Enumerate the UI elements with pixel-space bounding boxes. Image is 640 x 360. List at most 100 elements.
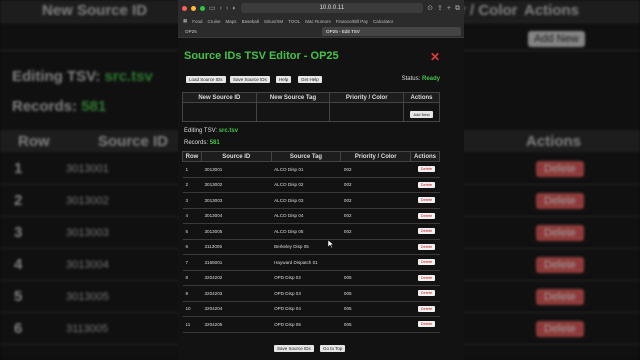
row-number[interactable]: 10 bbox=[182, 300, 202, 317]
go-to-top-button[interactable]: Go to Top bbox=[320, 345, 346, 352]
source-tag-cell[interactable]: ALCO Disp 01 bbox=[271, 161, 341, 178]
close-dot[interactable] bbox=[182, 5, 187, 11]
delete-button[interactable]: Delete bbox=[417, 228, 436, 235]
new-source-id-input[interactable] bbox=[182, 102, 257, 122]
tab-op25[interactable]: OP25 bbox=[181, 27, 320, 36]
source-tag-cell[interactable]: OPD Disp 03 bbox=[271, 285, 341, 302]
source-id-cell[interactable]: 3165001 bbox=[201, 254, 272, 271]
source-tag-cell[interactable]: OPD Disp 05 bbox=[271, 316, 341, 333]
tab-edit-tsv[interactable]: OP25 - Edit TSV bbox=[322, 27, 461, 36]
bg-new-source-id-header: New Source ID bbox=[42, 2, 148, 19]
priority-cell[interactable]: 002 bbox=[340, 161, 411, 178]
source-id-cell[interactable]: 3013005 bbox=[201, 223, 272, 240]
bookmark-item[interactable]: TOOL bbox=[288, 19, 300, 24]
save-source-ids-button[interactable]: Save Source IDs bbox=[230, 76, 270, 83]
close-icon[interactable]: ✕ bbox=[430, 50, 440, 64]
delete-button[interactable]: Delete bbox=[417, 290, 436, 297]
row-number[interactable]: 2 bbox=[182, 176, 202, 193]
bookmark-item[interactable]: Finance/Bill Pay bbox=[336, 19, 368, 24]
priority-cell[interactable]: 005 bbox=[340, 316, 411, 333]
source-tag-cell[interactable]: ALCO Disp 02 bbox=[271, 176, 341, 193]
row-number[interactable]: 4 bbox=[182, 207, 202, 224]
row-number[interactable]: 8 bbox=[182, 269, 202, 286]
actions-cell: Delete bbox=[410, 238, 440, 255]
back-icon[interactable]: ‹ bbox=[220, 5, 222, 12]
source-tag-cell[interactable]: Hayward Dispatch 01 bbox=[271, 254, 341, 271]
source-tag-cell[interactable]: OPD Disp 02 bbox=[271, 269, 341, 286]
forward-icon[interactable]: › bbox=[226, 5, 228, 12]
delete-button[interactable]: Delete bbox=[417, 166, 436, 173]
url-bar[interactable]: 10.0.0.11 bbox=[240, 3, 424, 13]
source-id-cell[interactable]: 3013001 bbox=[201, 161, 272, 178]
bookmark-item[interactable]: Mac Rumors bbox=[305, 19, 331, 24]
bg-row-number: 3 bbox=[14, 224, 23, 241]
source-id-cell[interactable]: 3013002 bbox=[201, 176, 272, 193]
minimize-dot[interactable] bbox=[191, 5, 196, 11]
delete-button[interactable]: Delete bbox=[417, 212, 436, 219]
source-id-cell[interactable]: 3013004 bbox=[201, 207, 272, 224]
source-tag-cell[interactable]: OPD Disp 04 bbox=[271, 300, 341, 317]
help-button[interactable]: Help bbox=[276, 76, 292, 83]
priority-cell[interactable]: 002 bbox=[340, 192, 411, 209]
row-number[interactable]: 9 bbox=[182, 285, 202, 302]
bg-source-id: 3013002 bbox=[66, 195, 109, 207]
download-icon[interactable]: ⊙ bbox=[427, 5, 433, 12]
bg-source-id: 3113005 bbox=[66, 323, 109, 335]
records-line: Records: 581 bbox=[184, 140, 220, 146]
bookmark-item[interactable]: Cruise bbox=[208, 19, 221, 24]
delete-button[interactable]: Delete bbox=[417, 274, 436, 281]
source-tag-cell[interactable]: ALCO Disp 03 bbox=[271, 192, 341, 209]
priority-cell[interactable]: 002 bbox=[340, 176, 411, 193]
bookmark-item[interactable]: Maps bbox=[226, 19, 237, 24]
priority-cell[interactable]: 005 bbox=[340, 285, 411, 302]
row-number[interactable]: 5 bbox=[182, 223, 202, 240]
source-id-cell[interactable]: 3204202 bbox=[201, 269, 272, 286]
get-help-button[interactable]: Get Help bbox=[298, 76, 322, 83]
add-new-button[interactable]: Add New bbox=[410, 111, 433, 118]
row-number[interactable]: 11 bbox=[182, 316, 202, 333]
row-number[interactable]: 6 bbox=[182, 238, 202, 255]
row-number[interactable]: 3 bbox=[182, 192, 202, 209]
priority-cell[interactable]: 005 bbox=[340, 300, 411, 317]
delete-button[interactable]: Delete bbox=[417, 243, 436, 250]
bookmark-item[interactable]: Baseball bbox=[242, 19, 259, 24]
new-tab-icon[interactable]: + bbox=[447, 5, 451, 12]
save-source-ids-bottom-button[interactable]: Save Source IDs bbox=[274, 345, 314, 352]
bg-color-header: r / Color bbox=[460, 2, 518, 19]
bookmark-item[interactable]: Calculator bbox=[373, 19, 393, 24]
zoom-dot[interactable] bbox=[200, 5, 205, 11]
load-source-ids-button[interactable]: Load Source IDs bbox=[186, 76, 226, 83]
new-source-tag-input[interactable] bbox=[255, 102, 331, 122]
bg-source-id: 3013001 bbox=[66, 163, 109, 175]
delete-button[interactable]: Delete bbox=[417, 305, 436, 312]
priority-cell[interactable] bbox=[340, 254, 411, 271]
delete-button[interactable]: Delete bbox=[417, 181, 436, 188]
bookmark-item[interactable]: Food bbox=[192, 19, 202, 24]
source-id-cell[interactable]: 3113005 bbox=[201, 238, 272, 255]
bg-delete-button: Delete bbox=[536, 225, 584, 241]
share-icon[interactable]: ⇪ bbox=[437, 5, 443, 12]
bookmarks-grid-icon[interactable]: ▦ bbox=[183, 18, 187, 24]
row-number[interactable]: 1 bbox=[182, 161, 202, 178]
tab-overview-icon[interactable]: ⧉ bbox=[455, 5, 460, 12]
source-id-cell[interactable]: 3204204 bbox=[201, 300, 272, 317]
row-number[interactable]: 7 bbox=[182, 254, 202, 271]
delete-button[interactable]: Delete bbox=[417, 321, 436, 328]
source-tag-cell[interactable]: ALCO Disp 05 bbox=[271, 223, 341, 240]
privacy-icon[interactable]: ◐ bbox=[232, 5, 236, 12]
source-tag-cell[interactable]: ALCO Disp 04 bbox=[271, 207, 341, 224]
source-id-cell[interactable]: 3204205 bbox=[201, 316, 272, 333]
delete-button[interactable]: Delete bbox=[417, 197, 436, 204]
priority-cell[interactable] bbox=[340, 238, 411, 255]
source-id-cell[interactable]: 3204203 bbox=[201, 285, 272, 302]
priority-cell[interactable]: 002 bbox=[340, 223, 411, 240]
sidebar-icon[interactable]: ▭ bbox=[209, 5, 216, 12]
priority-cell[interactable]: 005 bbox=[340, 269, 411, 286]
bg-col-source-id: Source ID bbox=[98, 133, 169, 150]
priority-cell[interactable]: 002 bbox=[340, 207, 411, 224]
bookmark-item[interactable]: Sirius/XM bbox=[264, 19, 283, 24]
source-id-cell[interactable]: 3013003 bbox=[201, 192, 272, 209]
priority-color-input[interactable] bbox=[329, 102, 405, 122]
bg-row-number: 4 bbox=[14, 256, 23, 273]
delete-button[interactable]: Delete bbox=[417, 259, 436, 266]
